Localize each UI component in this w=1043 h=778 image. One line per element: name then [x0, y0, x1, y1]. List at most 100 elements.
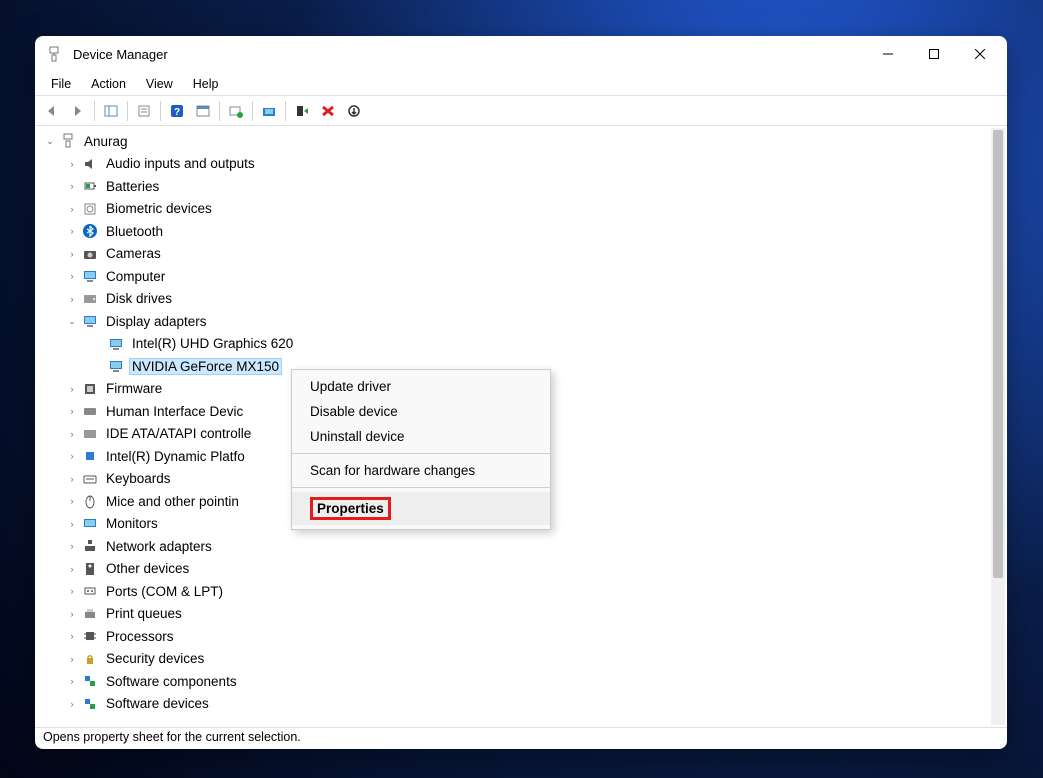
expander-icon[interactable]: › [65, 562, 79, 576]
ctx-item-label: Disable device [310, 404, 398, 419]
tree-item-label: Bluetooth [103, 223, 166, 240]
component-icon [81, 672, 99, 690]
ctx-properties[interactable]: Properties [292, 492, 550, 525]
tree-item[interactable]: ›Software components [39, 670, 1007, 693]
expander-icon[interactable]: › [65, 269, 79, 283]
maximize-button[interactable] [911, 38, 957, 70]
expander-icon[interactable]: › [65, 202, 79, 216]
tree-item-label: Other devices [103, 560, 192, 577]
tree-item-label: Ports (COM & LPT) [103, 583, 226, 600]
expander-icon[interactable]: › [65, 652, 79, 666]
expander-icon[interactable]: › [65, 472, 79, 486]
ctx-item-label: Update driver [310, 379, 391, 394]
expander-icon[interactable]: › [65, 674, 79, 688]
expander-icon[interactable]: › [65, 292, 79, 306]
tree-item[interactable]: › Print queues [39, 603, 1007, 626]
printer-icon [81, 605, 99, 623]
back-button[interactable] [39, 98, 65, 124]
expander-icon[interactable]: › [65, 494, 79, 508]
expander-icon[interactable]: › [65, 157, 79, 171]
svg-text:?: ? [174, 107, 180, 118]
keyboard-icon [81, 470, 99, 488]
tree-item[interactable]: › Audio inputs and outputs [39, 153, 1007, 176]
tree-item[interactable]: ›Software devices [39, 693, 1007, 716]
update-driver-button[interactable] [256, 98, 282, 124]
display-adapter-icon [107, 335, 125, 353]
tree-root[interactable]: ⌄ Anurag [39, 130, 1007, 153]
audio-icon [81, 155, 99, 173]
scrollbar-thumb[interactable] [993, 130, 1003, 578]
mouse-icon [81, 492, 99, 510]
expander-icon[interactable]: › [65, 449, 79, 463]
tree-item-label: Biometric devices [103, 200, 215, 217]
tree-item[interactable]: › Biometric devices [39, 198, 1007, 221]
expander-icon[interactable]: › [65, 427, 79, 441]
expander-icon[interactable]: › [65, 539, 79, 553]
expander-icon[interactable]: › [65, 224, 79, 238]
tree-item-label: Mice and other pointin [103, 493, 242, 510]
disable-device-button[interactable] [289, 98, 315, 124]
add-legacy-hw-button[interactable] [341, 98, 367, 124]
ctx-disable-device[interactable]: Disable device [292, 399, 550, 424]
tree-item[interactable]: ›Cameras [39, 243, 1007, 266]
menu-view[interactable]: View [136, 74, 183, 94]
tree-item-label: Network adapters [103, 538, 215, 555]
tree-item[interactable]: › Other devices [39, 558, 1007, 581]
ctx-update-driver[interactable]: Update driver [292, 374, 550, 399]
expander-icon[interactable]: › [65, 404, 79, 418]
tree-item[interactable]: › Ports (COM & LPT) [39, 580, 1007, 603]
monitor-icon [81, 515, 99, 533]
tree-item[interactable]: › Disk drives [39, 288, 1007, 311]
show-hide-tree-button[interactable] [98, 98, 124, 124]
ctx-item-label: Properties [310, 497, 391, 520]
ctx-scan-hardware[interactable]: Scan for hardware changes [292, 458, 550, 483]
expander-icon[interactable]: › [65, 697, 79, 711]
tree-item[interactable]: › Bluetooth [39, 220, 1007, 243]
computer-node-icon [81, 267, 99, 285]
expander-icon[interactable]: › [65, 584, 79, 598]
menu-action[interactable]: Action [81, 74, 136, 94]
battery-icon [81, 177, 99, 195]
forward-button[interactable] [65, 98, 91, 124]
help-button[interactable]: ? [164, 98, 190, 124]
expander-icon[interactable]: › [65, 247, 79, 261]
ctx-uninstall-device[interactable]: Uninstall device [292, 424, 550, 449]
expander-icon[interactable]: › [65, 382, 79, 396]
close-button[interactable] [957, 38, 1003, 70]
tree-item-display-adapters[interactable]: ⌄ Display adapters [39, 310, 1007, 333]
properties-button[interactable] [131, 98, 157, 124]
expander-icon[interactable]: › [65, 607, 79, 621]
camera-icon [81, 245, 99, 263]
scan-hardware-button[interactable] [223, 98, 249, 124]
tree-item-label: Display adapters [103, 313, 210, 330]
menu-help[interactable]: Help [183, 74, 229, 94]
tree-item-label: Human Interface Devic [103, 403, 246, 420]
vertical-scrollbar[interactable] [991, 128, 1005, 725]
expander-icon[interactable]: › [65, 179, 79, 193]
tree-item-label: Processors [103, 628, 177, 645]
display-adapter-icon [107, 357, 125, 375]
ide-icon [81, 425, 99, 443]
tree-item-label: IDE ATA/ATAPI controlle [103, 425, 254, 442]
expander-icon[interactable]: › [65, 517, 79, 531]
tree-item-gpu-intel[interactable]: ›Intel(R) UHD Graphics 620 [39, 333, 1007, 356]
expander-icon[interactable]: › [65, 629, 79, 643]
expander-icon[interactable]: ⌄ [43, 134, 57, 148]
tree-item[interactable]: ›Security devices [39, 648, 1007, 671]
tree-item[interactable]: › Processors [39, 625, 1007, 648]
menu-file[interactable]: File [41, 74, 81, 94]
tree-item-label: Print queues [103, 605, 185, 622]
display-adapter-icon [81, 312, 99, 330]
tree-item[interactable]: › Network adapters [39, 535, 1007, 558]
tree-item-label: Disk drives [103, 290, 175, 307]
minimize-button[interactable] [865, 38, 911, 70]
tree-item-label: Computer [103, 268, 168, 285]
hid-icon [81, 402, 99, 420]
tree-item[interactable]: ›Batteries [39, 175, 1007, 198]
tree-item-label: Audio inputs and outputs [103, 155, 258, 172]
action-button[interactable] [190, 98, 216, 124]
tree-item[interactable]: › Computer [39, 265, 1007, 288]
expander-icon[interactable]: ⌄ [65, 314, 79, 328]
device-manager-window: Device Manager File Action View Help ? [35, 36, 1007, 749]
uninstall-device-button[interactable] [315, 98, 341, 124]
